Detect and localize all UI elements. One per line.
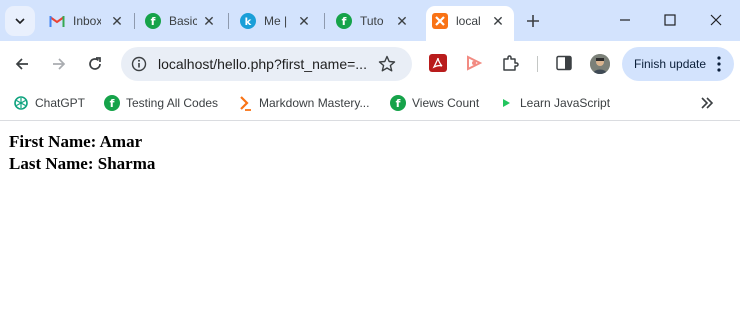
- markdown-icon: [237, 95, 253, 111]
- bookmarks-bar: ChatGPT f Testing All Codes Markdown Mas…: [0, 87, 740, 121]
- svg-text:f: f: [342, 15, 347, 28]
- tab-inbox[interactable]: Inbox ✕: [49, 8, 125, 34]
- tab-divider: [134, 13, 135, 29]
- green-f-icon: f: [336, 13, 352, 29]
- tab-title: Tuto: [360, 14, 384, 28]
- chatgpt-icon: [13, 95, 29, 111]
- close-icon[interactable]: ✕: [490, 13, 506, 29]
- new-tab-button[interactable]: [522, 10, 544, 32]
- close-window-button[interactable]: [702, 8, 730, 32]
- url-text[interactable]: localhost/hello.php?first_name=...: [158, 56, 367, 72]
- site-info-icon[interactable]: [131, 56, 147, 72]
- side-panel-icon[interactable]: [554, 53, 574, 73]
- green-f-icon: f: [390, 95, 406, 111]
- chevron-down-icon: [15, 18, 25, 25]
- maximize-icon: [664, 14, 676, 26]
- arrow-right-icon: [53, 58, 66, 70]
- xampp-icon: [432, 13, 448, 29]
- forward-button[interactable]: [47, 52, 71, 76]
- bookmark-learn-javascript[interactable]: Learn JavaScript: [498, 93, 610, 113]
- bookmark-label: ChatGPT: [35, 96, 86, 110]
- bookmark-testing-all-codes[interactable]: f Testing All Codes: [104, 93, 218, 113]
- close-icon[interactable]: ✕: [201, 13, 217, 29]
- bookmark-chatgpt[interactable]: ChatGPT: [13, 93, 85, 113]
- svg-text:f: f: [396, 97, 401, 110]
- tab-divider: [228, 13, 229, 29]
- back-button[interactable]: [10, 52, 34, 76]
- minimize-button[interactable]: [611, 8, 639, 32]
- last-name-line: Last Name: Sharma: [9, 154, 156, 173]
- extensions-puzzle-icon[interactable]: [500, 53, 520, 73]
- profile-avatar[interactable]: [590, 54, 610, 74]
- plus-icon: [527, 15, 539, 27]
- pdf-extension-icon[interactable]: [428, 53, 448, 73]
- svg-text:f: f: [110, 97, 115, 110]
- bookmark-star-icon[interactable]: [377, 54, 397, 74]
- minimize-icon: [620, 19, 630, 21]
- svg-text:k: k: [245, 17, 252, 28]
- bookmark-label: Testing All Codes: [126, 96, 219, 110]
- green-f-icon: f: [104, 95, 120, 111]
- play-icon: [498, 95, 514, 111]
- close-icon[interactable]: ✕: [394, 13, 410, 29]
- tab-title: local: [456, 14, 481, 28]
- tab-basic[interactable]: f Basic ✕: [145, 8, 217, 34]
- finish-update-label: Finish update: [634, 57, 707, 71]
- tab-title: Inbox: [73, 14, 101, 28]
- finish-update-button[interactable]: Finish update: [622, 47, 734, 81]
- address-bar[interactable]: localhost/hello.php?first_name=...: [121, 47, 412, 81]
- arrow-left-icon: [15, 58, 28, 70]
- bookmark-label: Learn JavaScript: [520, 96, 611, 110]
- first-name-line: First Name: Amar: [9, 132, 143, 151]
- bookmark-markdown-mastery[interactable]: Markdown Mastery...: [237, 93, 369, 113]
- tab-tutorial[interactable]: f Tuto ✕: [336, 8, 410, 34]
- gmail-icon: [49, 13, 65, 29]
- tab-search-button[interactable]: [5, 6, 35, 36]
- page-content: First Name: Amar Last Name: Sharma: [0, 122, 740, 325]
- tab-title: Me |: [264, 14, 288, 28]
- bookmark-label: Views Count: [412, 96, 480, 110]
- bookmark-label: Markdown Mastery...: [259, 96, 370, 110]
- browser-toolbar: localhost/hello.php?first_name=... Finis…: [0, 41, 740, 87]
- svg-text:f: f: [151, 15, 156, 28]
- more-options-icon[interactable]: [717, 56, 721, 75]
- double-chevron-right-icon: [701, 97, 714, 109]
- tab-me[interactable]: k Me | ✕: [240, 8, 312, 34]
- toolbar-divider: [537, 56, 538, 72]
- close-icon[interactable]: ✕: [296, 13, 312, 29]
- bookmark-views-count[interactable]: f Views Count: [390, 93, 479, 113]
- reload-button[interactable]: [83, 52, 107, 76]
- k-icon: k: [240, 13, 256, 29]
- tab-localhost[interactable]: local ✕: [432, 8, 506, 34]
- tab-strip: Inbox ✕ f Basic ✕ k Me | ✕ f Tuto ✕ loca…: [0, 0, 740, 41]
- close-icon: [710, 14, 722, 26]
- tab-title: Basic: [169, 14, 197, 28]
- reload-icon: [89, 57, 101, 70]
- tab-divider: [324, 13, 325, 29]
- close-icon[interactable]: ✕: [109, 13, 125, 29]
- screen-recorder-extension-icon[interactable]: [464, 53, 484, 73]
- bookmarks-overflow-button[interactable]: [697, 93, 717, 113]
- maximize-button[interactable]: [656, 8, 684, 32]
- green-f-icon: f: [145, 13, 161, 29]
